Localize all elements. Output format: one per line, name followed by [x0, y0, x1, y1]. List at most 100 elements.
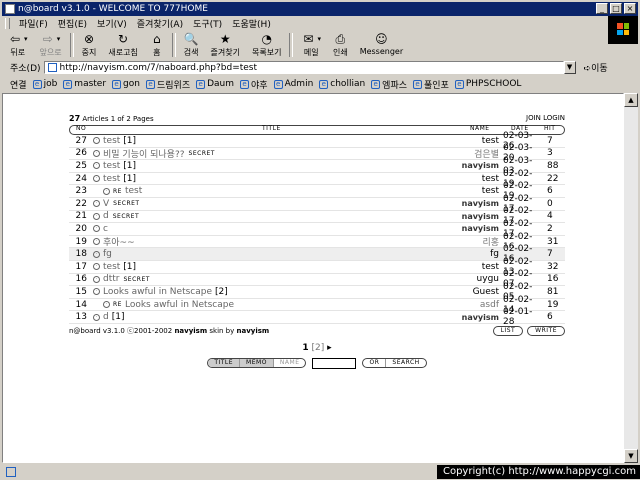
row-title[interactable]: · RE test — [103, 186, 142, 196]
link-5[interactable]: e 야후 — [240, 78, 268, 91]
row-title[interactable]: · test [1] — [93, 161, 136, 171]
search-memo-toggle[interactable]: MEMO — [239, 359, 273, 368]
toolbar-messenger-button[interactable]: ☺ Messenger — [354, 31, 409, 59]
link-8[interactable]: e 엠파스 — [371, 78, 407, 91]
address-dropdown-button[interactable]: ▼ — [563, 61, 576, 74]
row-title[interactable]: · 비밀 기능이 되나용?? SECRET — [93, 147, 215, 160]
toolbar-refresh-button[interactable]: ↻ 새로고침 — [102, 31, 143, 59]
dropdown-arrow-icon[interactable]: ▾ — [317, 35, 321, 43]
row-title-text[interactable]: fg — [103, 249, 112, 259]
go-button[interactable]: ➪이동 — [584, 61, 608, 74]
row-title[interactable]: · d [1] — [93, 312, 124, 322]
row-name[interactable]: 검은별 — [474, 147, 499, 160]
row-title[interactable]: · c — [93, 224, 108, 234]
row-name[interactable]: 리홍 — [482, 235, 499, 248]
link-3[interactable]: e 드림위즈 — [145, 78, 190, 91]
toolbar-search-button[interactable]: 🔍 검색 — [178, 31, 205, 59]
row-title[interactable]: · fg — [93, 249, 112, 259]
row-title-text[interactable]: test — [103, 174, 120, 184]
toolbar-stop-button[interactable]: ⊗ 중지 — [76, 31, 103, 59]
menu-help[interactable]: 도움말(H) — [227, 17, 276, 30]
write-button[interactable]: WRITE — [527, 325, 565, 336]
row-title[interactable]: · test [1] — [93, 174, 136, 184]
row-title-text[interactable]: test — [103, 161, 120, 171]
dropdown-arrow-icon[interactable]: ▾ — [57, 35, 61, 43]
search-title-toggle[interactable]: TITLE — [208, 359, 240, 368]
row-title-text[interactable]: test — [103, 262, 120, 272]
menu-view[interactable]: 보기(V) — [92, 17, 132, 30]
row-name[interactable]: navyism — [462, 313, 499, 322]
row-title-text[interactable]: 후아~~ — [103, 235, 135, 248]
row-title-text[interactable]: d — [103, 211, 109, 221]
scroll-down-button[interactable]: ▼ — [624, 449, 638, 463]
row-name[interactable]: uygu — [477, 274, 499, 284]
link-4[interactable]: e Daum — [196, 79, 234, 89]
row-title-text[interactable]: 비밀 기능이 되나용?? — [103, 147, 185, 160]
row-name[interactable]: navyism — [462, 199, 499, 208]
toolbar-home-button[interactable]: ⌂ 홈 — [144, 31, 170, 59]
link-0[interactable]: e job — [32, 79, 57, 89]
credit-skin-author[interactable]: navyism — [236, 327, 269, 335]
toolbar-back-arrow-button[interactable]: ⇦ ▾ 뒤로 — [2, 31, 34, 59]
row-name[interactable]: navyism — [462, 224, 499, 233]
row-title-text[interactable]: V — [103, 199, 109, 209]
row-name[interactable]: navyism — [462, 212, 499, 221]
page-2-link[interactable]: [2] — [311, 343, 324, 353]
search-button[interactable]: SEARCH — [385, 359, 425, 368]
toolbar-print-button[interactable]: ⎙ 인쇄 — [327, 31, 354, 59]
close-button[interactable]: × — [624, 3, 636, 14]
row-name[interactable]: asdf — [480, 300, 499, 310]
vertical-scrollbar[interactable]: ▲ ▼ — [624, 93, 638, 463]
list-button[interactable]: LIST — [492, 325, 524, 336]
row-name[interactable]: test — [482, 136, 499, 146]
row-title-text[interactable]: Looks awful in Netscape — [125, 300, 234, 310]
toolbar-forward-arrow-button[interactable]: ⇨ ▾ 앞으로 — [34, 31, 68, 59]
row-name[interactable]: fg — [490, 249, 499, 259]
row-title[interactable]: · 후아~~ — [93, 235, 135, 248]
menu-favorites[interactable]: 즐겨찾기(A) — [132, 17, 188, 30]
join-link[interactable]: JOIN — [526, 114, 541, 122]
link-9[interactable]: e 풀인포 — [413, 78, 449, 91]
dropdown-arrow-icon[interactable]: ▾ — [24, 35, 28, 43]
search-input[interactable] — [312, 357, 357, 369]
row-title[interactable]: · test [1] — [93, 136, 136, 146]
row-name[interactable]: test — [482, 186, 499, 196]
link-1[interactable]: e master — [63, 79, 106, 89]
link-2[interactable]: e gon — [112, 79, 140, 89]
search-name-toggle[interactable]: NAME — [272, 359, 306, 368]
maximize-button[interactable]: □ — [610, 3, 622, 14]
row-name[interactable]: Guest — [473, 287, 499, 297]
scroll-up-button[interactable]: ▲ — [624, 93, 638, 107]
toolbar-mail-button[interactable]: ✉ ▾ 메일 — [295, 31, 327, 59]
row-name[interactable]: test — [482, 262, 499, 272]
row-title[interactable]: · Looks awful in Netscape [2] — [93, 287, 228, 297]
link-10[interactable]: e PHPSCHOOL — [454, 79, 521, 89]
row-title-text[interactable]: dttr — [103, 274, 119, 284]
next-page-icon[interactable]: ▸ — [327, 343, 332, 353]
row-title[interactable]: · RE Looks awful in Netscape — [103, 300, 234, 310]
toolbar-history-button[interactable]: ◔ 목록보기 — [246, 31, 287, 59]
row-title[interactable]: · dttr SECRET — [93, 274, 150, 284]
row-name[interactable]: navyism — [462, 161, 499, 170]
minimize-button[interactable]: _ — [596, 3, 608, 14]
table-row: 16 · dttr SECRET uygu 02-02-07 16 — [69, 269, 565, 289]
toolbar-favorites-button[interactable]: ★ 즐겨찾기 — [205, 31, 246, 59]
row-title-text[interactable]: Looks awful in Netscape — [103, 287, 212, 297]
credit-author[interactable]: navyism — [174, 327, 207, 335]
menu-file[interactable]: 파일(F) — [14, 17, 53, 30]
login-link[interactable]: LOGIN — [543, 114, 565, 122]
link-6[interactable]: e Admin — [273, 79, 313, 89]
row-title-text[interactable]: d — [103, 312, 109, 322]
address-input[interactable]: http://navyism.com/7/naboard.php?bd=test — [43, 61, 564, 74]
search-or-toggle[interactable]: OR — [363, 359, 385, 367]
row-title-text[interactable]: test — [125, 186, 142, 196]
link-7[interactable]: e chollian — [319, 79, 365, 89]
row-title-text[interactable]: test — [103, 136, 120, 146]
menu-edit[interactable]: 편집(E) — [53, 17, 92, 30]
row-name[interactable]: test — [482, 174, 499, 184]
row-title[interactable]: · test [1] — [93, 262, 136, 272]
row-title-text[interactable]: c — [103, 224, 108, 234]
menu-tools[interactable]: 도구(T) — [188, 17, 227, 30]
row-title[interactable]: · V SECRET — [93, 199, 140, 209]
row-title[interactable]: · d SECRET — [93, 211, 139, 221]
